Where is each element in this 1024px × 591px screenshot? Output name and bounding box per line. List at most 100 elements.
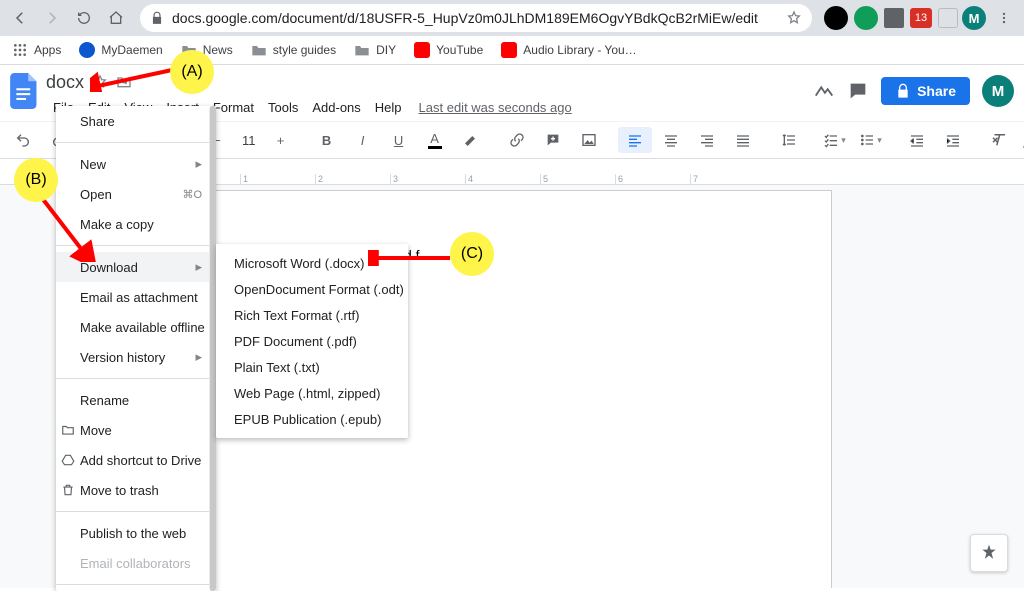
file-menu-new[interactable]: New▸ — [56, 149, 216, 179]
insert-image-button[interactable] — [572, 127, 606, 153]
bookmark-label: MyDaemen — [101, 43, 162, 57]
trash-icon — [60, 483, 76, 497]
menu-help[interactable]: Help — [368, 98, 409, 117]
star-icon[interactable] — [786, 10, 802, 26]
callout-a: (A) — [170, 50, 214, 94]
reload-button[interactable] — [70, 4, 98, 32]
account-avatar[interactable]: M — [982, 75, 1014, 107]
ruler-tick: 3 — [390, 174, 465, 184]
bookmark-label: DIY — [376, 43, 396, 57]
folder-icon — [354, 43, 370, 57]
italic-button[interactable]: I — [346, 127, 380, 153]
separator — [56, 511, 216, 512]
menu-tools[interactable]: Tools — [261, 98, 305, 117]
insert-comment-button[interactable] — [536, 127, 570, 153]
file-menu-offline[interactable]: Make available offline — [56, 312, 216, 342]
explore-button[interactable] — [970, 534, 1008, 572]
extension-icon[interactable] — [938, 8, 958, 28]
insert-link-button[interactable] — [500, 127, 534, 153]
menu-addons[interactable]: Add-ons — [305, 98, 367, 117]
file-menu-email-collaborators: Email collaborators — [56, 548, 216, 578]
font-size-increase[interactable]: + — [264, 127, 298, 153]
bookmark-item[interactable]: MyDaemen — [75, 40, 166, 60]
url-text: docs.google.com/document/d/18USFR-5_HupV… — [172, 10, 778, 26]
lock-icon — [150, 11, 164, 25]
download-html[interactable]: Web Page (.html, zipped) — [216, 380, 408, 406]
back-button[interactable] — [6, 4, 34, 32]
editing-mode-button[interactable]: ▾ — [1018, 127, 1024, 153]
file-menu-version-history[interactable]: Version history▸ — [56, 342, 216, 372]
align-justify-button[interactable] — [726, 127, 760, 153]
extension-icon[interactable] — [884, 8, 904, 28]
browser-menu-button[interactable] — [990, 4, 1018, 32]
file-menu-add-shortcut[interactable]: Add shortcut to Drive — [56, 445, 216, 475]
extension-icon[interactable]: 13 — [910, 8, 932, 28]
bold-button[interactable]: B — [310, 127, 344, 153]
file-menu-trash[interactable]: Move to trash — [56, 475, 216, 505]
download-submenu: Microsoft Word (.docx) OpenDocument Form… — [216, 244, 408, 438]
file-menu-rename[interactable]: Rename — [56, 385, 216, 415]
share-label: Share — [917, 83, 956, 99]
doc-title[interactable]: docx — [46, 72, 84, 93]
arrow-c — [368, 250, 458, 266]
font-size-field[interactable]: 11 — [236, 127, 262, 153]
bookmark-label: Apps — [34, 43, 61, 57]
bookmark-item[interactable]: YouTube — [410, 40, 487, 60]
file-menu-email-attachment[interactable]: Email as attachment — [56, 282, 216, 312]
ruler-tick: 4 — [465, 174, 540, 184]
address-bar[interactable]: docs.google.com/document/d/18USFR-5_HupV… — [140, 4, 812, 32]
align-left-button[interactable] — [618, 127, 652, 153]
last-edit-link[interactable]: Last edit was seconds ago — [419, 100, 572, 115]
bookmark-folder[interactable]: DIY — [350, 41, 400, 59]
underline-button[interactable]: U — [382, 127, 416, 153]
bookmark-label: Audio Library - You… — [523, 43, 636, 57]
file-menu-move[interactable]: Move — [56, 415, 216, 445]
arrow-b — [36, 192, 96, 262]
ruler-tick: 6 — [615, 174, 690, 184]
activity-icon[interactable] — [813, 80, 835, 102]
bookmark-item[interactable]: Audio Library - You… — [497, 40, 640, 60]
separator — [56, 378, 216, 379]
lock-icon — [895, 83, 911, 99]
download-rtf[interactable]: Rich Text Format (.rtf) — [216, 302, 408, 328]
indent-increase-button[interactable] — [936, 127, 970, 153]
download-epub[interactable]: EPUB Publication (.epub) — [216, 406, 408, 432]
youtube-icon — [501, 42, 517, 58]
extension-icon[interactable] — [824, 6, 848, 30]
download-odt[interactable]: OpenDocument Format (.odt) — [216, 276, 408, 302]
browser-profile-avatar[interactable]: M — [962, 6, 986, 30]
indent-decrease-button[interactable] — [900, 127, 934, 153]
chevron-right-icon: ▸ — [195, 156, 202, 172]
highlight-button[interactable] — [454, 127, 488, 153]
checklist-button[interactable]: ▾ — [818, 127, 852, 153]
download-pdf[interactable]: PDF Document (.pdf) — [216, 328, 408, 354]
undo-button[interactable] — [6, 127, 40, 153]
favicon-icon — [79, 42, 95, 58]
apps-shortcut[interactable]: Apps — [8, 40, 65, 60]
youtube-icon — [414, 42, 430, 58]
docs-logo-icon[interactable] — [6, 73, 42, 109]
bookmark-folder[interactable]: style guides — [247, 41, 340, 59]
bookmark-label: style guides — [273, 43, 336, 57]
align-center-button[interactable] — [654, 127, 688, 153]
clear-formatting-button[interactable] — [982, 127, 1016, 153]
folder-icon — [251, 43, 267, 57]
forward-button[interactable] — [38, 4, 66, 32]
comments-icon[interactable] — [847, 80, 869, 102]
text-color-button[interactable]: A — [418, 127, 452, 153]
bulleted-list-button[interactable]: ▾ — [854, 127, 888, 153]
home-button[interactable] — [102, 4, 130, 32]
drive-icon — [60, 453, 76, 467]
share-button[interactable]: Share — [881, 77, 970, 105]
ruler-tick: 5 — [540, 174, 615, 184]
file-menu-publish[interactable]: Publish to the web — [56, 518, 216, 548]
ruler-tick: 2 — [315, 174, 390, 184]
file-menu-panel: Share New▸ Open⌘O Make a copy Download▸ … — [56, 106, 216, 591]
extension-icon[interactable] — [854, 6, 878, 30]
align-right-button[interactable] — [690, 127, 724, 153]
download-txt[interactable]: Plain Text (.txt) — [216, 354, 408, 380]
line-spacing-button[interactable] — [772, 127, 806, 153]
file-menu-share[interactable]: Share — [56, 106, 216, 136]
callout-b: (B) — [14, 158, 58, 202]
bookmark-label: News — [203, 43, 233, 57]
